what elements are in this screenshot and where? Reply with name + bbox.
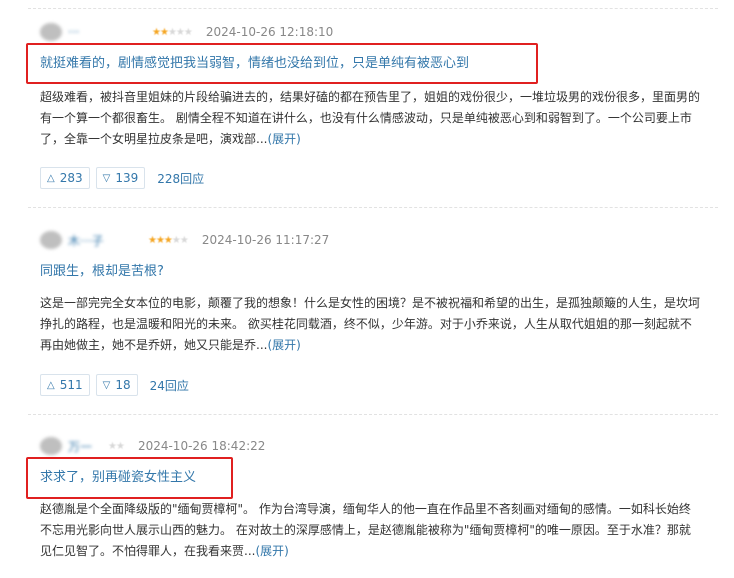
divider [28, 8, 718, 9]
review-text: 超级难看，被抖音里姐妹的片段给骗进去的，结果好磕的都在预告里了，姐姐的戏份很少，… [40, 90, 701, 146]
review-title[interactable]: 就挺难看的，剧情感觉把我当弱智，情绪也没给到位，只是单纯有被恶心到 [40, 54, 469, 74]
review-title[interactable]: 求求了，别再碰瓷女性主义 [40, 468, 196, 488]
vote-bar: △ 511 ▽ 18 24回应 [40, 374, 189, 396]
review-meta: 万一 ★★ 2024-10-26 18:42:22 [40, 436, 265, 456]
replies-link[interactable]: 228回应 [157, 170, 204, 187]
avatar[interactable] [40, 231, 62, 249]
avatar[interactable] [40, 23, 62, 41]
review-meta: 木···子 ★★★★★ 2024-10-26 11:17:27 [40, 230, 329, 250]
review-body: 超级难看，被抖音里姐妹的片段给骗进去的，结果好磕的都在预告里了，姐姐的戏份很少，… [40, 87, 700, 150]
vote-bar: △ 283 ▽ 139 228回应 [40, 167, 204, 189]
divider [28, 414, 718, 415]
rating-stars: ★★★★★ [152, 26, 193, 38]
downvote-count: 139 [115, 171, 139, 185]
upvote-button[interactable]: △ 283 [40, 167, 90, 189]
triangle-up-icon: △ [47, 172, 55, 184]
triangle-down-icon: ▽ [102, 379, 111, 391]
review-time: 2024-10-26 18:42:22 [137, 439, 266, 453]
review-text: 赵德胤是个全面降级版的"缅甸贾樟柯"。 作为台湾导演，缅甸华人的他一直在作品里不… [40, 502, 691, 558]
review-text: 这是一部完完全女本位的电影，颠覆了我的想象！什么是女性的困境？是不被祝福和希望的… [40, 296, 701, 352]
username[interactable]: 木···子 [68, 232, 144, 249]
rating-stars: ★★ [108, 440, 125, 452]
downvote-count: 18 [115, 378, 131, 392]
rating-stars: ★★★★★ [148, 234, 189, 246]
review-body: 这是一部完完全女本位的电影，颠覆了我的想象！什么是女性的困境？是不被祝福和希望的… [40, 293, 700, 356]
replies-link[interactable]: 24回应 [150, 377, 189, 394]
divider [28, 207, 718, 208]
upvote-button[interactable]: △ 511 [40, 374, 90, 396]
username[interactable]: 万一 [68, 438, 104, 455]
upvote-count: 511 [59, 378, 83, 392]
triangle-up-icon: △ [47, 379, 55, 391]
review-time: 2024-10-26 12:18:10 [205, 25, 334, 39]
review-title[interactable]: 同跟生，根却是苦根? [40, 262, 164, 282]
review-meta: ··· ★★★★★ 2024-10-26 12:18:10 [40, 22, 333, 42]
avatar[interactable] [40, 437, 62, 455]
expand-link[interactable]: (展开) [267, 132, 300, 146]
expand-link[interactable]: (展开) [255, 544, 288, 558]
upvote-count: 283 [59, 171, 83, 185]
review-time: 2024-10-26 11:17:27 [201, 233, 330, 247]
downvote-button[interactable]: ▽ 18 [95, 374, 138, 396]
expand-link[interactable]: (展开) [267, 338, 300, 352]
review-body: 赵德胤是个全面降级版的"缅甸贾樟柯"。 作为台湾导演，缅甸华人的他一直在作品里不… [40, 499, 700, 562]
username[interactable]: ··· [68, 25, 148, 39]
triangle-down-icon: ▽ [102, 172, 111, 184]
downvote-button[interactable]: ▽ 139 [95, 167, 146, 189]
